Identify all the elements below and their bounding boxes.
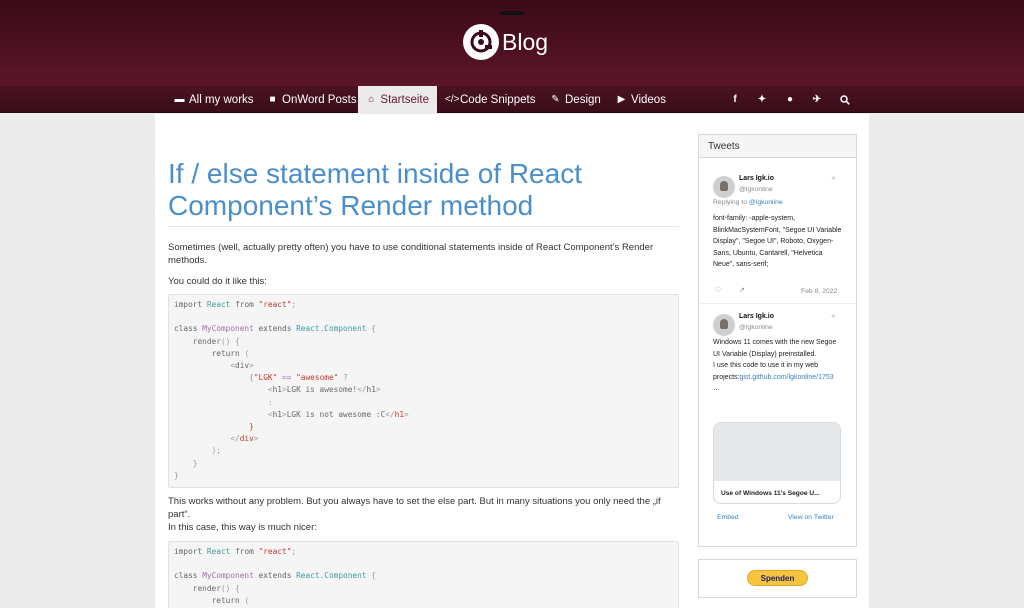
card-title: Use of Windows 11's Segoe U... (721, 490, 820, 497)
tweets-widget: Tweets Lars Igk.io @lgkonline ✦ Replying… (698, 134, 857, 547)
search-icon[interactable] (835, 86, 855, 113)
play-icon: ▶ (617, 94, 626, 105)
nav-label: Design (565, 93, 601, 106)
tweet-author-name[interactable]: Lars Igk.io (739, 175, 774, 182)
card-image (714, 423, 840, 481)
view-on-twitter-link[interactable]: View on Twitter (788, 514, 834, 521)
nav-label: All my works (189, 93, 254, 106)
nav-item-code-snippets[interactable]: </> Code Snippets (437, 86, 543, 113)
donate-widget: Spenden (698, 559, 857, 598)
tweet-date[interactable]: Feb 8, 2022 (801, 288, 837, 295)
tweet-author-handle[interactable]: @lgkonline (739, 324, 773, 331)
document-icon: ■ (269, 94, 276, 105)
post-paragraph: In this case, this way is much nicer: (168, 522, 317, 533)
avatar[interactable] (713, 176, 735, 198)
site-logo[interactable]: Blog (463, 24, 548, 60)
code-icon: </> (445, 94, 460, 105)
nav-label: Videos (631, 93, 666, 106)
reply-prefix: Replying to (713, 199, 748, 206)
tweet-reply-line: Replying to @lgkonline (713, 199, 783, 206)
nav-item-design[interactable]: ✎ Design (542, 86, 609, 113)
logo-icon (463, 24, 499, 60)
twitter-bird-icon: ✦ (830, 312, 837, 321)
like-icon[interactable]: ♡ (715, 286, 721, 294)
twitter-bird-icon: ✦ (830, 174, 837, 183)
post-intro: Sometimes (well, actually pretty often) … (168, 242, 654, 266)
embed-link[interactable]: Embed (717, 514, 739, 521)
nav-item-all-my-works[interactable]: ▬ All my works (166, 86, 262, 113)
link-preview-card[interactable]: Use of Windows 11's Segoe U... (713, 422, 841, 504)
main-nav: ▬ All my works ■ OnWord Posts ⌂ Startsei… (0, 86, 1024, 113)
tweet-link[interactable]: gist.github.com/lgkonline/1753 (739, 374, 833, 381)
nav-item-startseite[interactable]: ⌂ Startseite (358, 86, 437, 113)
twitter-icon[interactable]: ✦ (752, 86, 772, 113)
donate-button[interactable]: Spenden (747, 570, 808, 586)
tweet-text: font-family: -apple-system, BlinkMacSyst… (713, 215, 842, 268)
tweet-ellipsis: … (713, 385, 720, 392)
home-icon: ⌂ (368, 94, 375, 105)
header-handle (500, 11, 524, 15)
nav-item-videos[interactable]: ▶ Videos (608, 86, 674, 113)
tweet-author-name[interactable]: Lars Igk.io (739, 313, 774, 320)
tweets-title: Tweets (699, 135, 856, 158)
pin-icon[interactable]: ✈ (807, 86, 827, 113)
title-divider (168, 226, 679, 227)
site-title: Blog (502, 28, 549, 55)
post-paragraph: You could do it like this: (168, 276, 267, 287)
github-icon[interactable]: ● (780, 86, 800, 113)
nav-label: OnWord Posts (282, 93, 357, 106)
nav-item-onword-posts[interactable]: ■ OnWord Posts (259, 86, 365, 113)
reply-handle[interactable]: @lgkonline (749, 199, 783, 206)
code-block-2[interactable]: import React from "react"; class MyCompo… (168, 541, 679, 608)
archive-icon: ▬ (174, 94, 185, 105)
nav-label: Code Snippets (460, 93, 536, 106)
post-title[interactable]: If / else statement inside of React Comp… (168, 158, 688, 222)
nav-label: Startseite (380, 93, 429, 106)
facebook-icon[interactable]: f (725, 86, 745, 113)
post-paragraph: This works without any problem. But you … (168, 496, 661, 520)
brush-icon: ✎ (551, 94, 560, 105)
site-header: Blog (0, 0, 1024, 87)
tweet-author-handle[interactable]: @lgkonline (739, 186, 773, 193)
avatar[interactable] (713, 314, 735, 336)
tweet-divider (699, 303, 856, 304)
share-icon[interactable]: ↗ (739, 286, 745, 294)
tweet-text: Windows 11 comes with the new Segoe UI V… (713, 337, 843, 395)
code-block-1[interactable]: import React from "react"; class MyCompo… (168, 294, 679, 488)
